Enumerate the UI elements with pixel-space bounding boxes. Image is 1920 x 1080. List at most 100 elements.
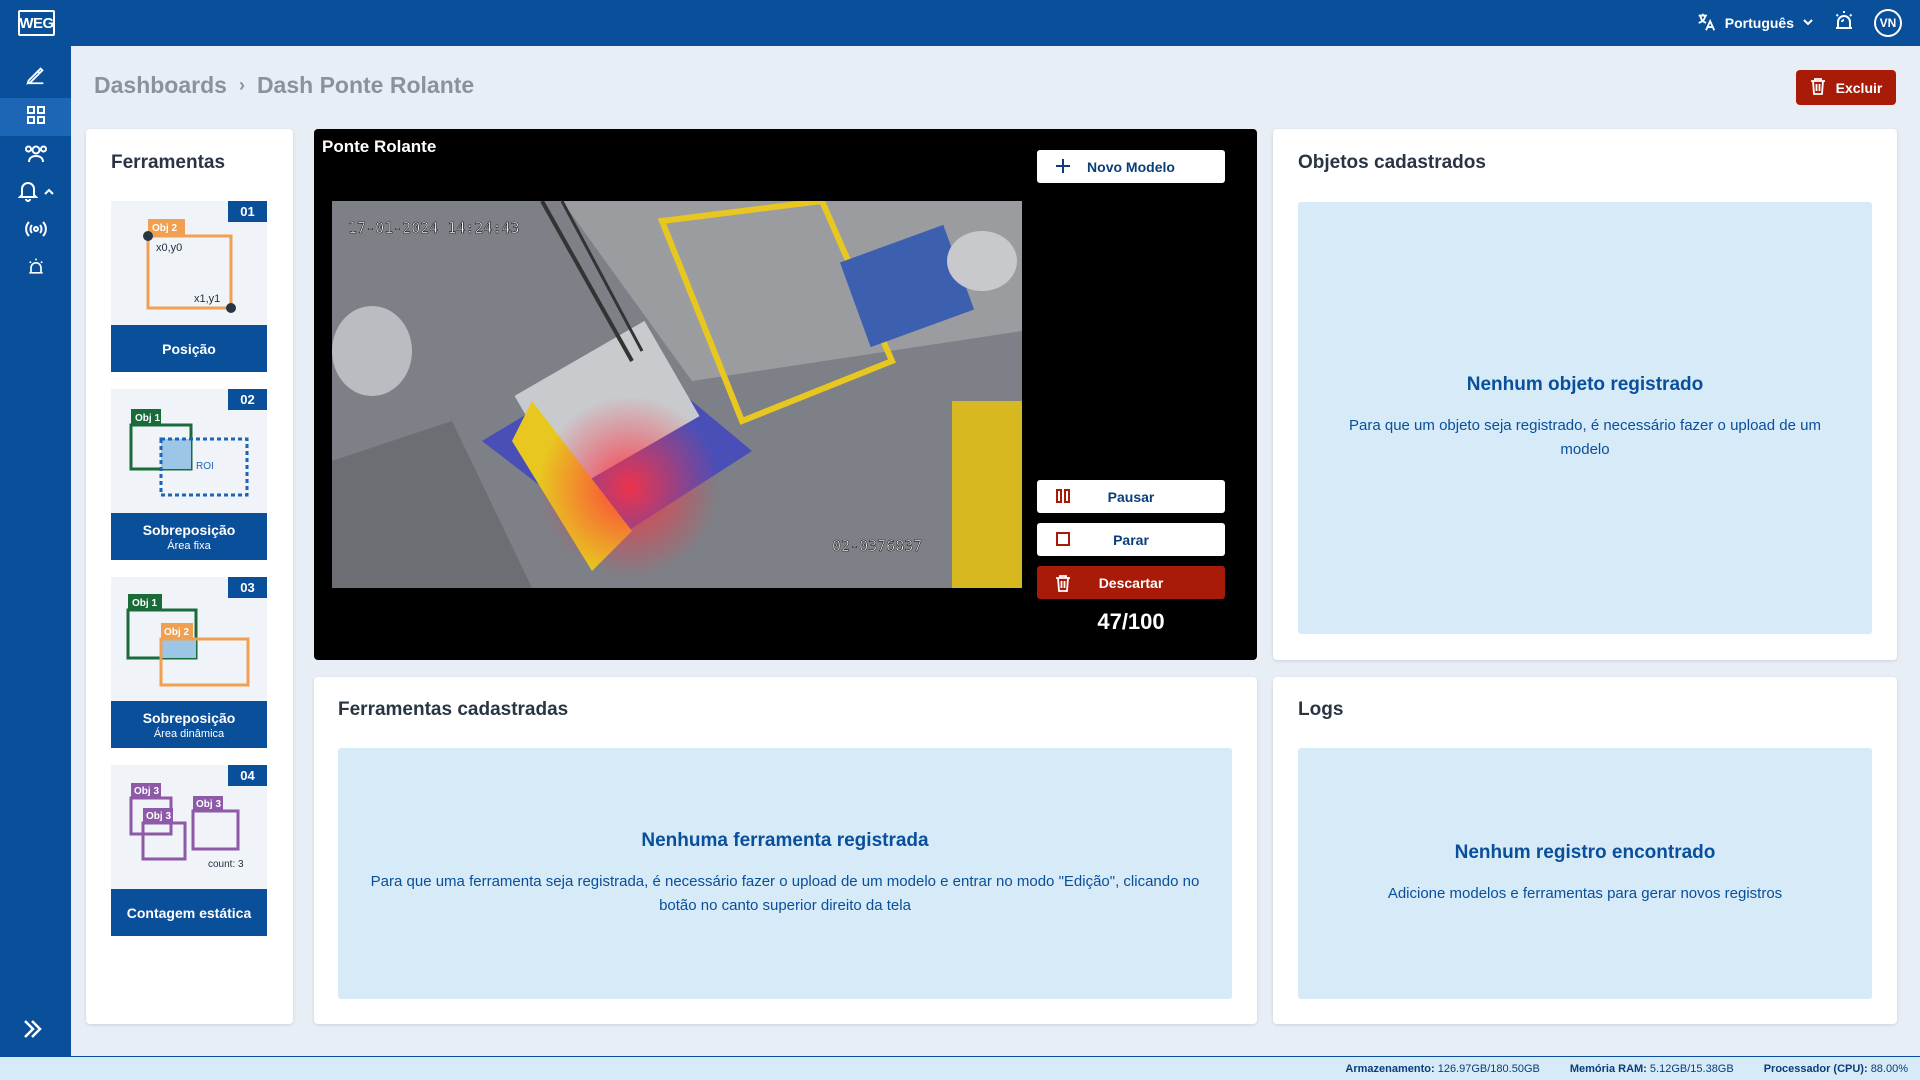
- tool-label-main: Sobreposição: [142, 521, 236, 538]
- static-count-obj-label-1: Obj 3: [134, 786, 159, 797]
- stop-icon: [1055, 531, 1071, 550]
- sidebar: [0, 46, 71, 1056]
- overlap-dynamic-obj-b-label: Obj 2: [164, 627, 189, 638]
- cpu-label: Processador (CPU):: [1763, 1062, 1868, 1075]
- alarm-icon[interactable]: [1832, 9, 1856, 38]
- camera-id: 02-0376837: [832, 537, 922, 555]
- tool-number: 02: [228, 389, 267, 410]
- logs-empty-desc: Adicione modelos e ferramentas para gera…: [1387, 884, 1783, 902]
- translate-icon: [1695, 11, 1717, 36]
- pencil-ruler-icon: [25, 64, 47, 91]
- user-avatar[interactable]: VN: [1874, 9, 1902, 37]
- alarm-icon: [26, 257, 46, 282]
- overlap-fixed-obj-label: Obj 1: [135, 413, 160, 424]
- objects-panel-title: Objetos cadastrados: [1298, 152, 1486, 173]
- objects-empty-state: Nenhum objeto registrado Para que um obj…: [1298, 202, 1872, 634]
- pause-icon: [1055, 488, 1071, 507]
- sidebar-expand-button[interactable]: [20, 1017, 44, 1046]
- new-model-button[interactable]: Novo Modelo: [1037, 150, 1225, 183]
- sidebar-item-edit[interactable]: [0, 58, 71, 96]
- breadcrumb-root[interactable]: Dashboards: [94, 72, 227, 99]
- plus-icon: [1055, 158, 1071, 177]
- static-count-count-label: count: 3: [208, 859, 244, 870]
- status-storage: Armazenamento: 126.97GB/180.50GB: [1345, 1063, 1539, 1075]
- overlap-fixed-roi-label: ROI: [196, 461, 214, 472]
- top-bar-right: Português VN: [1695, 0, 1902, 46]
- breadcrumb: Dashboards › Dash Ponte Rolante: [94, 72, 474, 99]
- position-p1-label: x1,y1: [194, 293, 220, 305]
- language-label: Português: [1724, 15, 1794, 31]
- tool-label-sub: Área fixa: [167, 539, 211, 552]
- double-chevron-right-icon: [20, 1020, 44, 1045]
- stop-button[interactable]: Parar: [1037, 523, 1225, 556]
- registered-tools-empty-state: Nenhuma ferramenta registrada Para que u…: [338, 748, 1232, 999]
- discard-button[interactable]: Descartar: [1037, 566, 1225, 599]
- breadcrumb-separator-icon: ›: [238, 75, 245, 95]
- camera-timestamp: 17-01-2024 14:24:43: [348, 219, 520, 237]
- breadcrumb-current: Dash Ponte Rolante: [256, 72, 475, 98]
- logs-empty-title: Nenhum registro encontrado: [1454, 841, 1716, 863]
- status-bar: Armazenamento: 126.97GB/180.50GB Memória…: [0, 1056, 1920, 1080]
- tool-number: 03: [228, 577, 267, 598]
- logs-panel: Logs Nenhum registro encontrado Adicione…: [1273, 677, 1897, 1024]
- delete-label: Excluir: [1835, 79, 1883, 96]
- tool-label: Sobreposição Área dinâmica: [111, 701, 267, 748]
- tools-panel: Ferramentas Obj 2 x0,y0 x1,y1 01 Posição…: [86, 129, 293, 1024]
- camera-feed[interactable]: 17-01-2024 14:24:43 02-0376837: [332, 201, 1022, 588]
- logs-title: Logs: [1298, 699, 1344, 720]
- registered-tools-panel: Ferramentas cadastradas Nenhuma ferramen…: [314, 677, 1257, 1024]
- sidebar-item-broadcast[interactable]: [0, 212, 71, 250]
- objects-panel: Objetos cadastrados Nenhum objeto regist…: [1273, 129, 1897, 660]
- video-panel: Ponte Rolante 17-01-2024 14:24:43 02-037…: [314, 129, 1257, 660]
- weg-logo[interactable]: WEG: [18, 10, 55, 36]
- logo-text: WEG: [19, 14, 54, 32]
- chevron-up-icon: [43, 184, 54, 202]
- tool-position[interactable]: Obj 2 x0,y0 x1,y1 01 Posição: [111, 201, 267, 372]
- capture-counter: 47/100: [1097, 609, 1165, 634]
- tool-label: Posição: [111, 325, 267, 372]
- users-icon: [24, 142, 48, 169]
- ram-value: 5.12GB/15.38GB: [1649, 1062, 1734, 1075]
- delete-button[interactable]: Excluir: [1796, 70, 1896, 105]
- user-initials: VN: [1879, 16, 1897, 30]
- video-title: Ponte Rolante: [322, 137, 437, 156]
- tool-label-main: Posição: [162, 340, 216, 357]
- tools-panel-title: Ferramentas: [111, 152, 226, 173]
- broadcast-icon: [24, 220, 47, 243]
- registered-tools-empty-title: Nenhuma ferramenta registrada: [641, 829, 929, 851]
- cpu-value: 88.00%: [1870, 1062, 1908, 1075]
- tool-label-sub: Área dinâmica: [153, 727, 225, 740]
- tool-label: Sobreposição Área fixa: [111, 513, 267, 560]
- status-cpu: Processador (CPU): 88.00%: [1764, 1063, 1908, 1075]
- status-ram: Memória RAM: 5.12GB/15.38GB: [1570, 1063, 1734, 1075]
- language-selector[interactable]: Português: [1695, 11, 1814, 36]
- sidebar-item-users[interactable]: [0, 136, 71, 174]
- sidebar-item-alerts[interactable]: [0, 174, 71, 212]
- sidebar-item-alarms[interactable]: [0, 250, 71, 288]
- objects-empty-title: Nenhum objeto registrado: [1466, 374, 1704, 395]
- camera-feed-image: 17-01-2024 14:24:43 02-0376837: [332, 201, 1022, 588]
- tool-label: Contagem estática: [111, 889, 267, 936]
- static-count-obj-label-2: Obj 3: [146, 811, 171, 822]
- objects-empty-desc: Para que um objeto seja registrado, é ne…: [1349, 417, 1821, 458]
- overlap-dynamic-obj-a-label: Obj 1: [132, 598, 157, 609]
- tool-number: 04: [228, 765, 267, 786]
- registered-tools-title: Ferramentas cadastradas: [338, 699, 569, 720]
- tool-label-main: Contagem estática: [126, 904, 252, 921]
- position-p0-label: x0,y0: [156, 242, 182, 254]
- storage-label: Armazenamento:: [1345, 1062, 1435, 1075]
- tool-number: 01: [228, 201, 267, 222]
- pause-button[interactable]: Pausar: [1037, 480, 1225, 513]
- tool-overlap-fixed[interactable]: Obj 1 ROI 02 Sobreposição Área fixa: [111, 389, 267, 560]
- chevron-down-icon: [1802, 15, 1814, 31]
- trash-icon: [1810, 77, 1826, 98]
- registered-tools-empty-desc: Para que uma ferramenta seja registrada,…: [370, 872, 1200, 914]
- storage-value: 126.97GB/180.50GB: [1437, 1062, 1540, 1075]
- tool-overlap-dynamic[interactable]: Obj 1 Obj 2 03 Sobreposição Área dinâmic…: [111, 577, 267, 748]
- position-obj-label: Obj 2: [152, 223, 177, 234]
- tool-static-count[interactable]: Obj 3 Obj 3 Obj 3 count: 3 04 Contagem e…: [111, 765, 267, 936]
- ram-label: Memória RAM:: [1569, 1062, 1647, 1075]
- sidebar-item-dashboards[interactable]: [0, 98, 71, 136]
- bell-icon: [17, 180, 38, 207]
- top-bar: WEG Português VN: [0, 0, 1920, 46]
